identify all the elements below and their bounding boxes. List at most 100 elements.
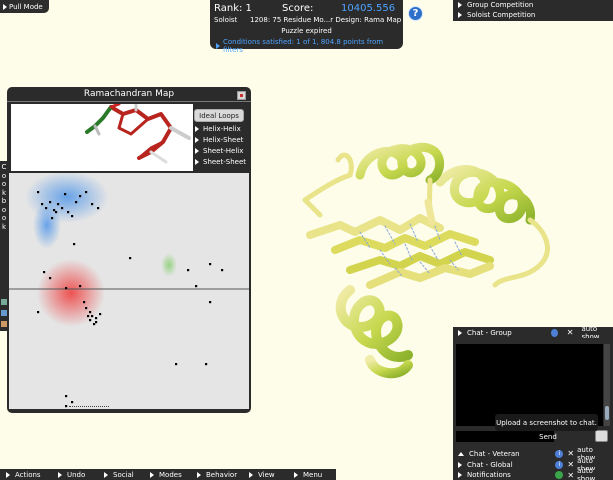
triangle-right-icon bbox=[458, 472, 462, 478]
triangle-right-icon bbox=[3, 3, 7, 10]
residue-point[interactable] bbox=[85, 191, 88, 194]
close-icon[interactable]: ✕ bbox=[567, 471, 574, 480]
loop-type-label: Sheet-Helix bbox=[203, 147, 244, 155]
menu-menu[interactable]: Menu bbox=[288, 471, 336, 479]
undo-label: Undo bbox=[67, 470, 86, 479]
triangle-right-icon bbox=[458, 329, 462, 336]
score-label: Score: bbox=[282, 3, 314, 14]
group-competition-item[interactable]: Group Competition bbox=[453, 0, 613, 10]
residue-point[interactable] bbox=[205, 363, 208, 366]
pull-mode-button[interactable]: Pull Mode bbox=[0, 0, 49, 13]
residue-point[interactable] bbox=[71, 215, 74, 218]
residue-point[interactable] bbox=[43, 271, 46, 274]
residue-point[interactable] bbox=[175, 363, 178, 366]
info-icon[interactable]: i bbox=[555, 449, 564, 458]
residue-point[interactable] bbox=[53, 209, 56, 212]
triangle-right-icon bbox=[216, 43, 220, 49]
residue-point[interactable] bbox=[65, 287, 68, 290]
triangle-right-icon bbox=[249, 471, 253, 478]
residue-point[interactable] bbox=[65, 405, 68, 408]
info-icon[interactable]: i bbox=[555, 460, 564, 469]
residue-point[interactable] bbox=[75, 201, 78, 204]
triangle-right-icon bbox=[104, 471, 108, 478]
behavior-menu[interactable]: Behavior bbox=[191, 471, 243, 479]
residue-point[interactable] bbox=[89, 319, 92, 322]
auto-show-label[interactable]: auto show bbox=[577, 467, 613, 480]
residue-point[interactable] bbox=[93, 323, 96, 326]
residue-point[interactable] bbox=[97, 207, 100, 210]
residue-point[interactable] bbox=[51, 217, 54, 220]
residue-point[interactable] bbox=[55, 211, 58, 214]
residue-point[interactable] bbox=[37, 311, 40, 314]
info-icon[interactable] bbox=[550, 328, 558, 337]
triangle-right-icon bbox=[458, 461, 462, 468]
residue-point[interactable] bbox=[61, 207, 64, 210]
triangle-right-icon bbox=[195, 126, 199, 132]
role-label: Soloist bbox=[214, 16, 238, 24]
undo-menu[interactable]: Undo bbox=[52, 471, 98, 479]
conditions-toggle[interactable]: Conditions satisfied: 1 of 1, 804.8 poin… bbox=[216, 38, 403, 54]
loop-type-item[interactable]: Sheet-Helix bbox=[195, 147, 243, 155]
residue-point[interactable] bbox=[67, 211, 70, 214]
residue-point[interactable] bbox=[87, 315, 90, 318]
residue-point[interactable] bbox=[195, 285, 198, 288]
residue-point[interactable] bbox=[79, 195, 82, 198]
residue-point[interactable] bbox=[129, 257, 132, 260]
residue-point[interactable] bbox=[37, 191, 40, 194]
chat-scrollbar[interactable] bbox=[604, 344, 610, 426]
triangle-right-icon bbox=[195, 148, 199, 154]
loop-structure-image bbox=[85, 104, 191, 164]
close-icon[interactable] bbox=[237, 91, 246, 100]
residue-point[interactable] bbox=[64, 193, 67, 196]
residue-point[interactable] bbox=[99, 313, 102, 316]
rama-plot[interactable] bbox=[9, 173, 249, 409]
residue-point[interactable] bbox=[91, 203, 94, 206]
send-button[interactable]: Send bbox=[533, 431, 563, 442]
soloist-competition-item[interactable]: Soloist Competition bbox=[453, 10, 613, 20]
residue-point[interactable] bbox=[79, 285, 82, 288]
residue-point[interactable] bbox=[73, 243, 76, 246]
chat-group-label: Chat - Group bbox=[467, 328, 512, 337]
loop-type-item[interactable]: Helix-Sheet bbox=[195, 136, 243, 144]
residue-point[interactable] bbox=[57, 203, 60, 206]
loop-type-item[interactable]: Sheet-Sheet bbox=[195, 158, 246, 166]
residue-point[interactable] bbox=[65, 395, 68, 398]
score-value: 10405.556 bbox=[341, 3, 396, 14]
residue-point[interactable] bbox=[221, 269, 224, 272]
menu-label: Menu bbox=[303, 470, 323, 479]
triangle-right-icon bbox=[150, 471, 154, 478]
puzzle-title: 1208: 75 Residue Mo...r Design: Rama Map bbox=[250, 16, 402, 24]
view-menu[interactable]: View bbox=[243, 471, 288, 479]
modes-menu[interactable]: Modes bbox=[144, 471, 191, 479]
chat-group-tab[interactable]: Chat - Group ✕ auto show bbox=[453, 325, 613, 341]
residue-point[interactable] bbox=[85, 307, 88, 310]
residue-point[interactable] bbox=[45, 207, 48, 210]
help-icon[interactable]: ? bbox=[408, 6, 423, 21]
close-icon[interactable]: ✕ bbox=[567, 328, 574, 337]
notifications-tab[interactable]: Notifications ✕ auto show bbox=[453, 467, 613, 480]
triangle-right-icon bbox=[195, 159, 199, 165]
triangle-right-icon bbox=[294, 471, 298, 478]
close-icon[interactable]: ✕ bbox=[567, 449, 574, 458]
residue-point[interactable] bbox=[41, 203, 44, 206]
residue-point[interactable] bbox=[209, 301, 212, 304]
ideal-loops-button[interactable]: Ideal Loops bbox=[194, 109, 244, 122]
residue-point[interactable] bbox=[91, 315, 94, 318]
residue-point[interactable] bbox=[209, 263, 212, 266]
status-icon[interactable] bbox=[555, 471, 564, 479]
actions-menu[interactable]: Actions bbox=[0, 471, 52, 479]
social-menu[interactable]: Social bbox=[98, 471, 144, 479]
residue-point[interactable] bbox=[49, 201, 52, 204]
residue-point[interactable] bbox=[89, 311, 92, 314]
residue-point[interactable] bbox=[95, 317, 98, 320]
residue-point[interactable] bbox=[95, 321, 98, 324]
close-icon[interactable]: ✕ bbox=[567, 460, 574, 469]
residue-point[interactable] bbox=[49, 277, 52, 280]
loop-type-item[interactable]: Helix-Helix bbox=[195, 125, 241, 133]
residue-point[interactable] bbox=[83, 301, 86, 304]
residue-point[interactable] bbox=[71, 401, 74, 404]
camera-icon[interactable] bbox=[595, 430, 608, 442]
triangle-right-icon bbox=[197, 471, 201, 478]
residue-point[interactable] bbox=[187, 269, 190, 272]
actions-label: Actions bbox=[15, 470, 41, 479]
